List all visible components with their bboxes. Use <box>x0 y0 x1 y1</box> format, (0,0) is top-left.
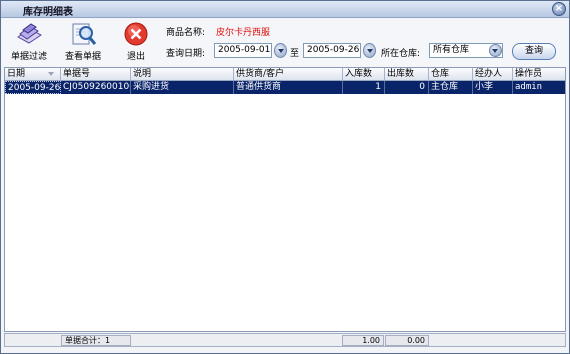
product-name-label: 商品名称: <box>166 28 206 38</box>
filter-icon <box>17 23 42 44</box>
in-qty-total: 1.00 <box>342 335 384 346</box>
date-to-input[interactable]: 2005-09-26 <box>303 43 361 58</box>
view-document-label: 查看单据 <box>64 52 101 62</box>
inventory-table[interactable]: 日期 单据号 说明 供货商/客户 入库数 出库数 仓库 经办人 操作员 2005… <box>4 67 566 332</box>
query-button[interactable]: 查询 <box>512 43 556 60</box>
cell-in-qty: 1 <box>343 81 385 94</box>
column-header-in-qty[interactable]: 入库数 <box>343 68 385 80</box>
date-range-separator: 至 <box>290 49 300 59</box>
product-name-value: 皮尔卡丹西服 <box>216 28 271 38</box>
table-header: 日期 单据号 说明 供货商/客户 入库数 出库数 仓库 经办人 操作员 <box>5 68 565 81</box>
inventory-detail-window: 库存明细表 × 单据过滤 查看单据 退出 商品名称: 皮尔卡丹西服 查询日期: … <box>0 0 570 354</box>
warehouse-select[interactable]: 所有仓库 <box>429 43 503 58</box>
close-icon: × <box>554 3 564 14</box>
out-qty-total: 0.00 <box>385 335 429 346</box>
filter-documents-label: 单据过滤 <box>10 52 47 62</box>
cell-handler: 小李 <box>473 81 513 94</box>
view-document-button[interactable]: 查看单据 <box>63 21 103 65</box>
warehouse-label: 所在仓库: <box>381 49 421 59</box>
title-bar: 库存明细表 × <box>1 1 569 18</box>
exit-label: 退出 <box>126 52 145 62</box>
cell-out-qty: 0 <box>385 81 429 94</box>
cell-supplier-customer: 普通供货商 <box>234 81 343 94</box>
cell-date: 2005-09-26 <box>5 81 61 94</box>
cell-description: 采购进货 <box>131 81 234 94</box>
date-from-value: 2005-09-01 <box>218 45 271 55</box>
column-header-description[interactable]: 说明 <box>131 68 234 80</box>
date-to-value: 2005-09-26 <box>307 45 360 55</box>
summary-footer: 单据合计：1 1.00 0.00 <box>4 333 566 347</box>
column-header-date[interactable]: 日期 <box>5 68 61 80</box>
column-header-doc-no[interactable]: 单据号 <box>61 68 131 80</box>
window-title: 库存明细表 <box>23 7 73 18</box>
exit-button[interactable]: 退出 <box>121 21 151 65</box>
cell-operator: admin <box>515 82 543 92</box>
close-button[interactable]: × <box>552 2 566 16</box>
date-from-input[interactable]: 2005-09-01 <box>214 43 272 58</box>
exit-icon <box>124 22 148 46</box>
cell-doc-no: CJ050926001001 <box>63 81 131 94</box>
column-header-handler[interactable]: 经办人 <box>473 68 513 80</box>
date-to-dropdown-button[interactable] <box>363 43 376 58</box>
toolbar: 单据过滤 查看单据 退出 商品名称: 皮尔卡丹西服 查询日期: 2005-09-… <box>1 19 569 67</box>
date-from-dropdown-button[interactable] <box>274 43 287 58</box>
chevron-down-icon <box>489 44 502 57</box>
query-date-label: 查询日期: <box>166 49 206 59</box>
column-header-operator[interactable]: 操作员 <box>513 68 565 80</box>
magnifier-document-icon <box>72 23 97 45</box>
column-header-supplier-customer[interactable]: 供货商/客户 <box>234 68 343 80</box>
sort-icon <box>48 72 54 76</box>
warehouse-select-value: 所有仓库 <box>433 45 470 55</box>
filter-documents-button[interactable]: 单据过滤 <box>9 21 49 65</box>
cell-warehouse: 主仓库 <box>429 81 473 94</box>
document-count-summary: 单据合计：1 <box>61 335 131 346</box>
column-header-out-qty[interactable]: 出库数 <box>385 68 429 80</box>
table-row[interactable]: 2005-09-26 CJ050926001001 采购进货 普通供货商 1 0… <box>5 81 565 94</box>
column-header-warehouse[interactable]: 仓库 <box>429 68 473 80</box>
